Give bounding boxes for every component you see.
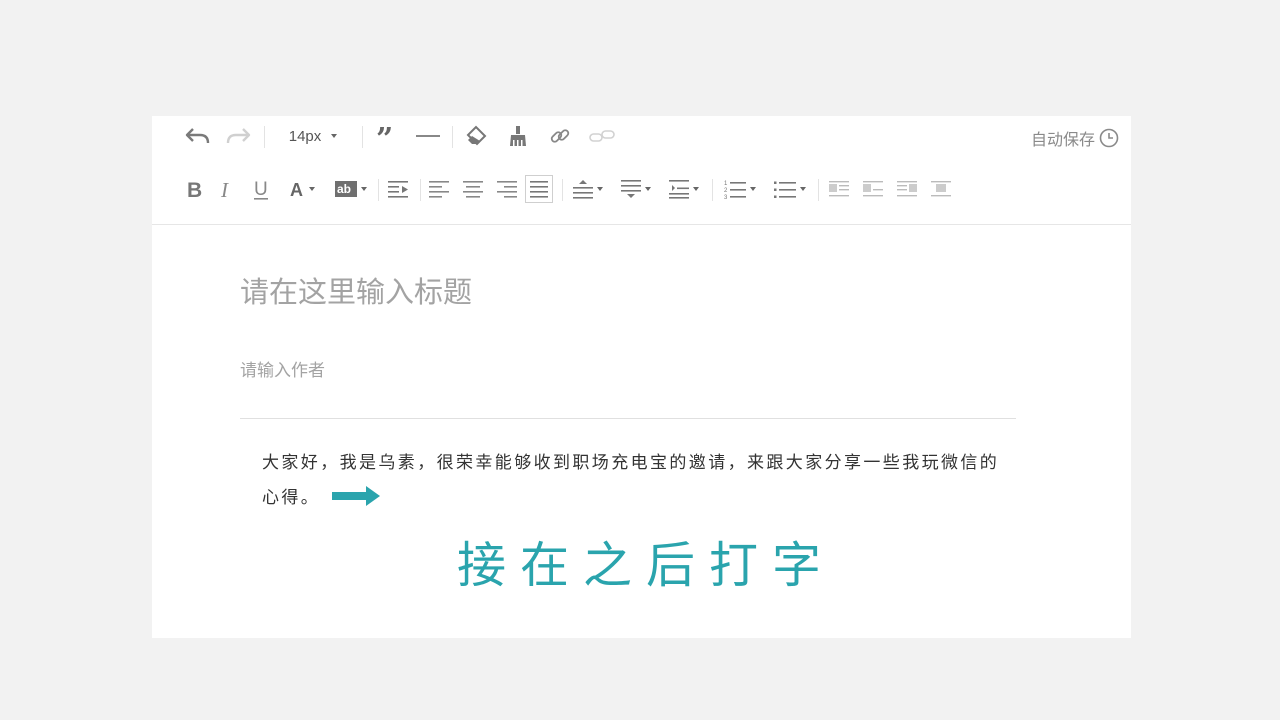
clock-icon — [1099, 128, 1119, 148]
redo-icon — [226, 128, 251, 144]
indent-button[interactable] — [386, 171, 412, 207]
svg-text:1: 1 — [724, 181, 728, 187]
article-body[interactable]: 大家好，我是乌素，很荣幸能够收到职场充电宝的邀请，来跟大家分享一些我玩微信的心得… — [262, 446, 1002, 516]
arrow-right-icon — [332, 486, 381, 506]
toolbar-separator — [420, 179, 421, 201]
eraser-icon — [466, 125, 487, 146]
insert-link-button[interactable] — [546, 118, 574, 154]
italic-icon: I — [220, 178, 229, 200]
image-none-icon — [863, 181, 883, 197]
undo-button[interactable] — [182, 118, 212, 154]
indent-icon — [388, 181, 408, 198]
chevron-down-icon — [800, 187, 806, 191]
svg-text:2: 2 — [724, 188, 728, 194]
font-color-button[interactable]: A — [282, 171, 322, 207]
clear-format-button[interactable] — [462, 118, 490, 154]
toolbar-separator — [378, 179, 379, 201]
svg-text:U: U — [254, 179, 268, 200]
toolbar-separator — [264, 126, 265, 148]
chevron-down-icon — [331, 134, 338, 138]
chevron-down-icon — [361, 187, 367, 191]
autosave-status[interactable]: 自动保存 — [1031, 120, 1119, 156]
toolbar-separator — [712, 179, 713, 201]
paragraph-spacing-after-button[interactable] — [616, 171, 656, 207]
background-color-button[interactable]: ab — [330, 171, 372, 207]
align-justify-icon — [530, 181, 548, 198]
ordered-list-icon: 123 — [724, 181, 746, 199]
underline-icon: U — [254, 179, 268, 200]
font-size-select[interactable]: 14px — [278, 118, 348, 154]
spacing-after-icon — [621, 180, 641, 198]
chevron-down-icon — [693, 187, 699, 191]
background-color-icon: ab — [335, 181, 357, 197]
author-input[interactable]: 请输入作者 — [240, 358, 1016, 384]
editor-toolbar: 14px ” 自动保存 B I U A ab 1 2 3 — [152, 116, 1131, 225]
image-left-icon — [829, 181, 849, 197]
bold-icon: B — [187, 179, 202, 200]
quote-button[interactable]: ” — [372, 118, 400, 154]
image-inline-button[interactable] — [860, 171, 886, 207]
article-editor: 14px ” 自动保存 B I U A ab 1 2 3 请在这里输入标题 请输… — [152, 116, 1131, 638]
header-divider — [240, 418, 1016, 419]
italic-button[interactable]: I — [216, 171, 238, 207]
font-color-icon: A — [290, 180, 303, 199]
image-center-button[interactable] — [928, 171, 954, 207]
line-height-button[interactable] — [664, 171, 704, 207]
chevron-down-icon — [309, 187, 315, 191]
chevron-down-icon — [645, 187, 651, 191]
link-icon — [550, 129, 570, 143]
svg-text:I: I — [220, 178, 229, 200]
font-size-value: 14px — [288, 127, 322, 145]
quote-icon: ” — [376, 127, 393, 145]
svg-text:A: A — [290, 180, 303, 199]
svg-text:”: ” — [376, 127, 393, 145]
toolbar-separator — [362, 126, 363, 148]
image-center-icon — [931, 181, 951, 197]
align-center-icon — [463, 181, 483, 198]
horizontal-rule-button[interactable] — [414, 118, 442, 154]
svg-text:ab: ab — [337, 182, 351, 196]
align-center-button[interactable] — [460, 171, 486, 207]
spacing-before-icon — [573, 180, 593, 199]
format-painter-button[interactable] — [504, 118, 532, 154]
paragraph-spacing-before-button[interactable] — [568, 171, 608, 207]
svg-text:3: 3 — [724, 195, 728, 199]
autosave-label: 自动保存 — [1030, 130, 1095, 149]
horizontal-rule-icon — [416, 135, 440, 137]
chevron-down-icon — [750, 187, 756, 191]
align-right-button[interactable] — [494, 171, 520, 207]
unordered-list-button[interactable] — [768, 171, 812, 207]
undo-icon — [185, 128, 210, 144]
svg-text:B: B — [187, 179, 202, 200]
align-left-icon — [429, 181, 449, 198]
toolbar-row-1: 14px ” 自动保存 — [152, 118, 1131, 154]
ordered-list-button[interactable]: 123 — [718, 171, 762, 207]
toolbar-separator — [452, 126, 453, 148]
toolbar-separator — [818, 179, 819, 201]
remove-link-button[interactable] — [588, 118, 616, 154]
toolbar-row-2: B I U A ab 1 2 3 — [152, 171, 1131, 207]
chevron-down-icon — [597, 187, 603, 191]
annotation-hint: 接在之后打字 — [457, 537, 836, 594]
title-input[interactable]: 请在这里输入标题 — [240, 270, 1016, 314]
format-brush-icon — [510, 126, 526, 146]
align-left-button[interactable] — [426, 171, 452, 207]
unlink-icon — [589, 130, 615, 142]
redo-button[interactable] — [224, 118, 254, 154]
toolbar-separator — [562, 179, 563, 201]
align-justify-button[interactable] — [525, 175, 553, 203]
image-float-right-button[interactable] — [894, 171, 920, 207]
unordered-list-icon — [774, 181, 796, 198]
image-right-icon — [897, 181, 917, 197]
line-height-icon — [669, 180, 689, 199]
bold-button[interactable]: B — [184, 171, 206, 207]
image-float-left-button[interactable] — [826, 171, 852, 207]
underline-button[interactable]: U — [250, 171, 272, 207]
align-right-icon — [497, 181, 517, 198]
